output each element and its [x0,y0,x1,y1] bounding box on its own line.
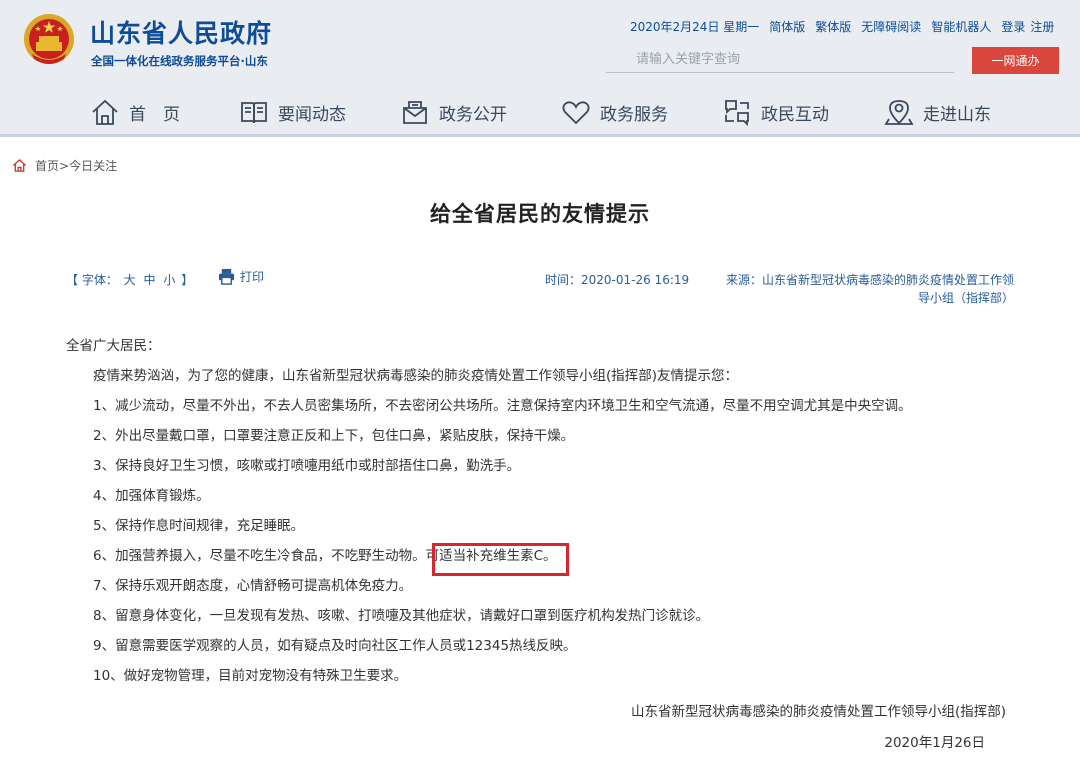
print-button[interactable]: 打印 [218,268,264,285]
breadcrumb-separator: > [59,159,70,173]
nav-label-interaction: 政民互动 [761,104,829,125]
list-item: 4、加强体育锻炼。 [93,488,210,504]
search-input[interactable] [606,47,954,73]
site-title[interactable]: 山东省人民政府 [90,14,272,50]
nav-item-shandong[interactable]: 走进山东 [884,92,991,132]
accessible-reading-link[interactable]: 无障碍阅读 [861,18,921,35]
nav-item-home[interactable]: 首 页 [90,92,180,132]
signature: 山东省新型冠状病毒感染的肺炎疫情处置工作领导小组(指挥部) [630,704,1006,720]
printer-icon [218,268,235,285]
highlight-box [432,543,569,576]
nav-label-services: 政务服务 [600,104,668,125]
smart-robot-link[interactable]: 智能机器人 [931,18,991,35]
top-links-bar: 2020年2月24日 星期一 简体版 繁体版 无障碍阅读 智能机器人 登录 注册 [630,18,1054,35]
publish-time: 时间：2020-01-26 16:19 [545,273,690,287]
signature-date: 2020年1月26日 [884,735,985,751]
chat-icon [725,100,749,127]
location-icon [884,100,914,125]
breadcrumb-current-link[interactable]: 今日关注 [69,159,117,173]
greeting: 全省广大居民： [66,338,161,354]
font-size-small-button[interactable]: 小 [163,273,175,287]
home-icon [92,99,118,125]
list-item: 5、保持作息时间规律，充足睡眠。 [93,518,305,534]
list-item: 8、留意身体变化，一旦发现有发热、咳嗽、打喷嚏及其他症状，请戴好口罩到医疗机构发… [93,608,710,624]
book-icon [241,102,267,124]
list-item: 3、保持良好卫生习惯，咳嗽或打喷嚏用纸巾或肘部捂住口鼻，勤洗手。 [93,458,521,474]
site-header: 山东省人民政府 全国一体化在线政务服务平台·山东 2020年2月24日 星期一 … [0,0,1080,137]
list-item: 9、留意需要医学观察的人员，如有疑点及时向社区工作人员或12345热线反映。 [93,638,577,654]
font-size-close-bracket: 】 [181,273,194,287]
main-nav: 首 页 要闻动态 政务公开 政务服务 政民互动 走进山东 [0,92,1080,132]
nav-item-disclosure[interactable]: 政务公开 [400,92,507,132]
intro-paragraph: 疫情来势汹汹，为了您的健康，山东省新型冠状病毒感染的肺炎疫情处置工作领导小组(指… [93,368,739,384]
breadcrumb-home-link[interactable]: 首页 [35,159,59,173]
font-size-large-button[interactable]: 大 [124,273,136,287]
nav-item-services[interactable]: 政务服务 [561,92,668,132]
simplified-version-link[interactable]: 简体版 [769,18,805,35]
article-title: 给全省居民的友情提示 [430,202,650,226]
register-link[interactable]: 注册 [1030,18,1054,35]
font-size-label: 【 字体： [66,273,118,287]
national-emblem-icon[interactable] [22,12,76,68]
header-divider [0,134,1080,137]
nav-label-shandong: 走进山东 [923,104,991,125]
font-size-medium-button[interactable]: 中 [144,273,156,287]
font-size-selector: 【 字体： 大 中 小 】 [66,271,193,288]
nav-label-disclosure: 政务公开 [439,104,507,125]
list-item: 2、外出尽量戴口罩，口罩要注意正反和上下，包住口鼻，紧贴皮肤，保持干燥。 [93,428,575,444]
breadcrumb: 首页>今日关注 [12,157,117,174]
list-item: 10、做好宠物管理，目前对宠物没有特殊卫生要求。 [93,668,408,684]
print-label: 打印 [240,270,265,284]
one-net-service-button[interactable]: 一网通办 [972,47,1059,74]
login-link[interactable]: 登录 [1001,18,1025,35]
heart-icon [562,101,590,125]
nav-item-interaction[interactable]: 政民互动 [722,92,829,132]
nav-item-news[interactable]: 要闻动态 [239,92,346,132]
list-item: 7、保持乐观开朗态度，心情舒畅可提高机体免疫力。 [93,578,413,594]
list-item: 1、减少流动，尽量不外出，不去人员密集场所，不去密闭公共场所。注意保持室内环境卫… [93,398,912,414]
article-source: 来源：山东省新型冠状病毒感染的肺炎疫情处置工作领导小组（指挥部） [725,273,1014,305]
mailbox-icon [403,101,427,124]
nav-label-news: 要闻动态 [278,104,346,125]
home-icon [12,158,27,172]
site-subtitle: 全国一体化在线政务服务平台·山东 [91,54,268,68]
nav-label-home: 首 页 [129,104,180,125]
traditional-version-link[interactable]: 繁体版 [815,18,851,35]
current-date: 2020年2月24日 星期一 [630,20,760,34]
